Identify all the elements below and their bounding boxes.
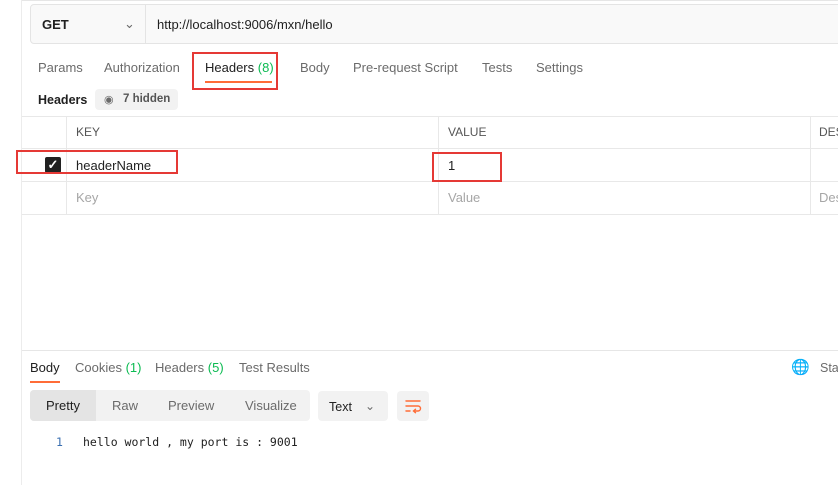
table-border-row1 [22,181,838,182]
response-tab-body[interactable]: Body [30,360,60,375]
response-divider [22,350,838,351]
top-border [0,0,838,1]
wrap-lines-button[interactable] [397,391,429,421]
view-raw-button[interactable]: Raw [112,398,138,413]
url-bar: GET ⌄ http://localhost:9006/mxn/hello [30,4,838,44]
response-view-selector: Pretty Raw Preview Visualize [30,390,310,421]
highlight-box-header-value [432,152,502,182]
response-status-label: Sta [820,361,838,375]
view-pretty-button[interactable]: Pretty [46,398,80,413]
tab-params[interactable]: Params [38,60,83,75]
line-number: 1 [56,435,63,449]
headers-section-label: Headers [38,93,88,107]
view-visualize-button[interactable]: Visualize [245,398,297,413]
column-header-description: DES [819,125,838,139]
response-tab-test-results[interactable]: Test Results [239,360,310,375]
tab-pre-request-script[interactable]: Pre-request Script [353,60,458,75]
chevron-down-icon: ⌄ [365,399,376,413]
response-tab-headers-count: (5) [207,360,224,375]
tab-authorization[interactable]: Authorization [104,60,180,75]
new-key-input[interactable]: Key [76,190,98,205]
method-label: GET [42,17,69,32]
new-description-input[interactable]: Des [819,190,838,205]
table-col-divider-3 [810,116,811,214]
tab-tests[interactable]: Tests [482,60,512,75]
hidden-headers-toggle[interactable]: ◉ 7 hidden [95,89,178,110]
left-gutter [0,0,22,485]
eye-icon: ◉ [104,94,114,106]
highlight-box-header-key [16,150,178,174]
response-active-tab-indicator [30,381,60,383]
format-select[interactable]: Text ⌄ [318,391,388,421]
method-select[interactable]: GET ⌄ [31,5,146,43]
new-value-input[interactable]: Value [448,190,480,205]
response-tab-headers-label: Headers [155,360,205,375]
chevron-down-icon: ⌄ [124,16,135,31]
response-tab-cookies-label: Cookies [75,360,122,375]
tab-body[interactable]: Body [300,60,330,75]
hidden-headers-count: 7 hidden [123,93,171,105]
globe-icon[interactable]: 🌐 [791,358,810,376]
view-preview-button[interactable]: Preview [168,398,214,413]
url-input[interactable]: http://localhost:9006/mxn/hello [157,17,333,32]
format-select-label: Text [329,400,352,414]
table-border-top [22,116,838,117]
response-tab-headers[interactable]: Headers (5) [155,360,224,375]
wrap-lines-icon [405,400,422,414]
column-header-key: KEY [76,125,101,139]
response-body-text: hello world , my port is : 9001 [83,435,298,449]
highlight-box-headers-tab [192,52,278,90]
response-tab-cookies-count: (1) [125,360,142,375]
response-tab-cookies[interactable]: Cookies (1) [75,360,141,375]
column-header-value: VALUE [448,125,487,139]
table-border-header [22,148,838,149]
table-border-row2 [22,214,838,215]
tab-settings[interactable]: Settings [536,60,583,75]
